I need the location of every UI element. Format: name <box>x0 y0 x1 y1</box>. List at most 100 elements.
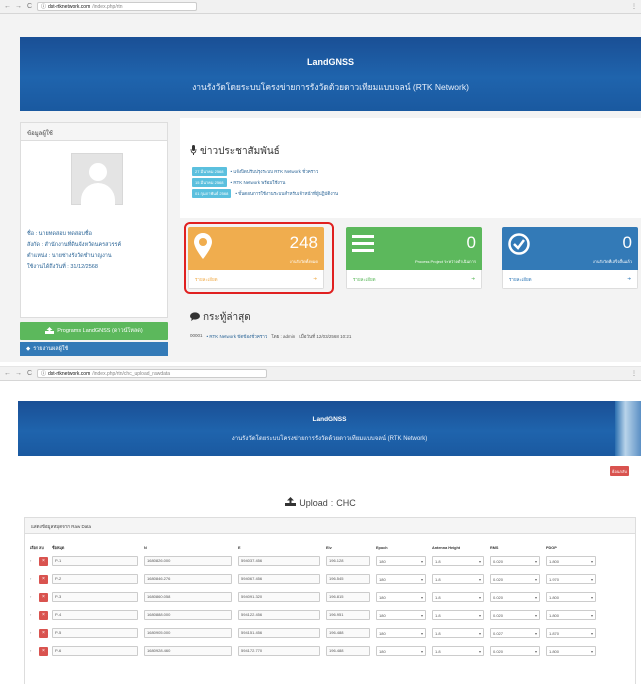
delete-icon[interactable]: × <box>39 628 48 638</box>
chevron-down-icon: ▾ <box>420 594 423 600</box>
microphone-icon <box>190 145 197 158</box>
epoch-select[interactable]: 180 ▾ <box>376 628 426 638</box>
antenna-height-select[interactable]: 1.8 ▾ <box>432 592 484 602</box>
epoch-select[interactable]: 180 ▾ <box>376 556 426 566</box>
epoch-select[interactable]: 180 ▾ <box>376 646 426 656</box>
details-link[interactable]: รายละเอียด <box>509 276 532 283</box>
pdop-select[interactable]: 1.800 ▾ <box>546 556 596 566</box>
rms-select[interactable]: 0.020 ▾ <box>490 610 540 620</box>
browser-menu-icon[interactable]: ⋮ <box>631 3 637 10</box>
row-select-checkbox[interactable]: › <box>30 612 39 618</box>
browser-menu-icon[interactable]: ⋮ <box>631 370 637 377</box>
forward-icon[interactable]: → <box>15 369 22 379</box>
col-header-epoch: Epoch <box>376 546 388 550</box>
pdop-select[interactable]: 1.800 ▾ <box>546 592 596 602</box>
elevation-input[interactable]: 196.488 <box>326 646 370 656</box>
news-item[interactable]: 27 มีนาคม 2568 • แจ้งปิดปรับปรุงระบบ RTK… <box>192 166 641 177</box>
back-button[interactable]: ย้อนกลับ <box>610 466 629 476</box>
banner-subtitle: งานรังวัดโดยระบบโครงข่ายการรังวัดด้วยดาว… <box>231 436 428 442</box>
antenna-height-select[interactable]: 1.8 ▾ <box>432 556 484 566</box>
news-link[interactable]: • RTK Network พร้อมใช้งาน <box>231 179 286 186</box>
rawdata-panel: แสดงข้อมูลหมุดจาก Raw Data เลือก ลบ ชื่อ… <box>24 517 636 684</box>
rms-value: 0.020 <box>493 648 504 654</box>
pdop-select[interactable]: 1.800 ▾ <box>546 610 596 620</box>
easting-input[interactable]: 594151.456 <box>238 628 320 638</box>
point-name-input[interactable]: P-4 <box>52 610 138 620</box>
row-select-checkbox[interactable]: › <box>30 576 39 582</box>
point-name-input[interactable]: P-3 <box>52 592 138 602</box>
back-icon[interactable]: ← <box>4 2 11 12</box>
epoch-select[interactable]: 180 ▾ <box>376 574 426 584</box>
news-link[interactable]: • ขั้นตอนการใช้งานระบบสำหรับเจ้าหน้าที่ผ… <box>235 190 338 197</box>
delete-icon[interactable]: × <box>39 610 48 620</box>
easting-input[interactable]: 594122.456 <box>238 610 320 620</box>
antenna-height-select[interactable]: 1.8 ▾ <box>432 628 484 638</box>
rms-select[interactable]: 0.020 ▾ <box>490 556 540 566</box>
delete-icon[interactable]: × <box>39 556 48 566</box>
news-item[interactable]: 15 มีนาคม 2568 • RTK Network พร้อมใช้งาน <box>192 177 641 188</box>
elevation-input[interactable]: 196.128 <box>326 556 370 566</box>
northing-input[interactable]: 1680846.276 <box>144 574 232 584</box>
rms-select[interactable]: 0.020 ▾ <box>490 592 540 602</box>
elevation-input[interactable]: 196.545 <box>326 574 370 584</box>
chevron-down-icon: ▾ <box>478 576 481 582</box>
easting-input[interactable]: 594037.456 <box>238 556 320 566</box>
stat-card-completed[interactable]: 0 งานรังวัดที่เสร็จสิ้นแล้ว รายละเอียด ➜ <box>502 227 638 289</box>
download-program-button[interactable]: Programs LandGNSS (ดาวน์โหลด) <box>20 322 168 340</box>
delete-icon[interactable]: × <box>39 646 48 656</box>
point-name-input[interactable]: P-5 <box>52 628 138 638</box>
row-select-checkbox[interactable]: › <box>30 630 39 636</box>
details-link[interactable]: รายละเอียด <box>353 276 376 283</box>
row-select-checkbox[interactable]: › <box>30 558 39 564</box>
antenna-height-select[interactable]: 1.8 ▾ <box>432 646 484 656</box>
row-select-checkbox[interactable]: › <box>30 594 39 600</box>
forward-icon[interactable]: → <box>15 2 22 12</box>
news-item[interactable]: 01 กุมภาพันธ์ 2568 • ขั้นตอนการใช้งานระบ… <box>192 188 641 199</box>
epoch-select[interactable]: 180 ▾ <box>376 592 426 602</box>
epoch-select[interactable]: 180 ▾ <box>376 610 426 620</box>
pdop-value: 1.970 <box>549 576 560 582</box>
row-select-checkbox[interactable]: › <box>30 648 39 654</box>
point-name-input[interactable]: P-6 <box>52 646 138 656</box>
pdop-select[interactable]: 1.870 ▾ <box>546 628 596 638</box>
news-section: ข่าวประชาสัมพันธ์ 27 มีนาคม 2568 • แจ้งป… <box>180 118 641 218</box>
northing-input[interactable]: 1680905.000 <box>144 628 232 638</box>
elevation-input[interactable]: 196.951 <box>326 610 370 620</box>
stat-card-in-progress[interactable]: 0 Process Project ระหว่างดำเนินการ รายละ… <box>346 227 482 289</box>
menu-item-user-report[interactable]: ◆ รายงานผลผู้ใช้ <box>20 342 168 356</box>
elevation-input[interactable]: 196.815 <box>326 592 370 602</box>
northing-input[interactable]: 1680826.000 <box>144 556 232 566</box>
antenna-height-select[interactable]: 1.8 ▾ <box>432 610 484 620</box>
northing-input[interactable]: 1680928.460 <box>144 646 232 656</box>
reload-icon[interactable]: C <box>26 2 33 12</box>
elevation-input[interactable]: 196.488 <box>326 628 370 638</box>
address-bar[interactable]: ⓘ dst-rtknetwork.com/index.php/rtn/chc_u… <box>37 369 267 378</box>
address-bar[interactable]: ⓘ dst-rtknetwork.com/index.php/rtn <box>37 2 197 11</box>
point-name-input[interactable]: P-2 <box>52 574 138 584</box>
easting-input[interactable]: 594172.770 <box>238 646 320 656</box>
col-header-n: N <box>144 546 147 550</box>
stat-card-footer[interactable]: รายละเอียด ➜ <box>346 270 482 289</box>
delete-icon[interactable]: × <box>39 574 48 584</box>
rms-select[interactable]: 0.020 ▾ <box>490 646 540 656</box>
topic-author: โดย : admin <box>271 334 296 339</box>
delete-icon[interactable]: × <box>39 592 48 602</box>
easting-input[interactable]: 594091.320 <box>238 592 320 602</box>
pdop-select[interactable]: 1.800 ▾ <box>546 646 596 656</box>
news-link[interactable]: • แจ้งปิดปรับปรุงระบบ RTK Network ชั่วคร… <box>231 168 319 175</box>
rms-select[interactable]: 0.020 ▾ <box>490 574 540 584</box>
rms-select[interactable]: 0.027 ▾ <box>490 628 540 638</box>
topic-link[interactable]: • RTK Network ขัดข้องชั่วคราว <box>207 333 268 340</box>
antenna-height-select[interactable]: 1.8 ▾ <box>432 574 484 584</box>
back-icon[interactable]: ← <box>4 369 11 379</box>
easting-input[interactable]: 594067.456 <box>238 574 320 584</box>
northing-input[interactable]: 1680860.058 <box>144 592 232 602</box>
northing-input[interactable]: 1680888.000 <box>144 610 232 620</box>
browser-toolbar: ← → C ⓘ dst-rtknetwork.com/index.php/rtn… <box>0 367 641 381</box>
reload-icon[interactable]: C <box>26 369 33 379</box>
point-name-input[interactable]: P-1 <box>52 556 138 566</box>
news-date: 15 มีนาคม 2568 <box>192 178 227 187</box>
pdop-select[interactable]: 1.970 ▾ <box>546 574 596 584</box>
stat-value: 0 <box>622 233 632 252</box>
stat-card-footer[interactable]: รายละเอียด ➜ <box>502 270 638 289</box>
